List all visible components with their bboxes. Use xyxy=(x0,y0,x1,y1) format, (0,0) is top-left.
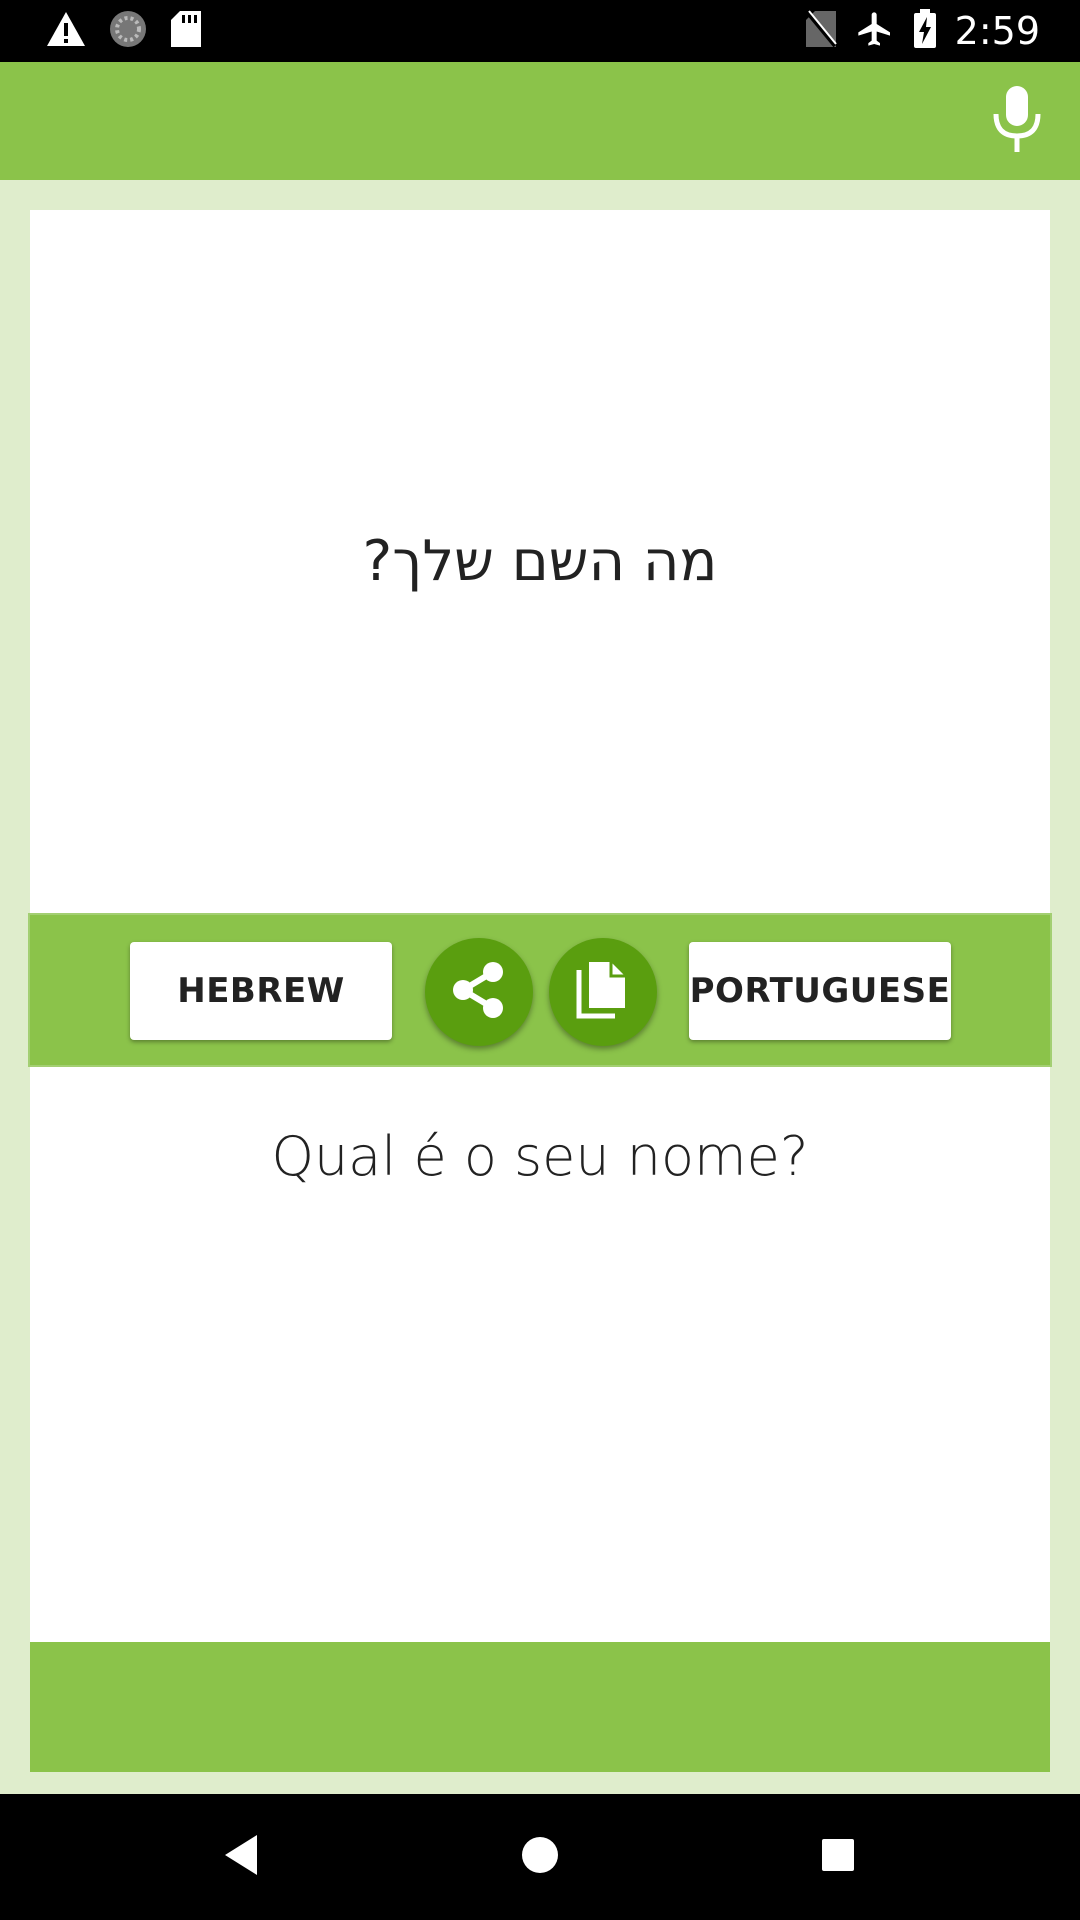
source-text-panel[interactable]: מה השם שלך? xyxy=(30,210,1050,913)
app-bar xyxy=(0,62,1080,180)
sd-card-icon xyxy=(170,10,202,53)
target-language-button[interactable]: PORTUGUESE xyxy=(689,942,951,1040)
share-button[interactable] xyxy=(425,938,533,1046)
recents-button[interactable] xyxy=(803,1822,873,1892)
microphone-button[interactable] xyxy=(980,84,1054,158)
airplane-mode-icon xyxy=(855,9,895,54)
status-right-icons: 2:59 xyxy=(805,8,1040,54)
source-text: מה השם שלך? xyxy=(362,529,718,594)
warning-icon xyxy=(46,11,86,52)
home-icon xyxy=(520,1835,560,1880)
back-icon xyxy=(221,1833,261,1882)
recents-icon xyxy=(820,1837,856,1878)
status-bar: 2:59 xyxy=(0,0,1080,62)
share-icon xyxy=(447,958,511,1027)
sync-icon xyxy=(108,9,148,54)
navigation-bar xyxy=(0,1794,1080,1920)
status-time: 2:59 xyxy=(954,9,1040,53)
target-text: Qual é o seu nome? xyxy=(271,1125,809,1188)
ad-banner[interactable] xyxy=(30,1642,1050,1772)
source-language-button[interactable]: HEBREW xyxy=(130,942,392,1040)
microphone-icon xyxy=(992,85,1042,157)
language-control-bar: HEBREW PORTUGUESE xyxy=(28,913,1052,1067)
home-button[interactable] xyxy=(505,1822,575,1892)
status-left-icons xyxy=(46,10,202,52)
copy-button[interactable] xyxy=(549,938,657,1046)
no-sim-icon xyxy=(805,9,837,53)
battery-charging-icon xyxy=(913,8,937,54)
target-text-panel[interactable]: Qual é o seu nome? xyxy=(30,1067,1050,1642)
copy-icon xyxy=(575,960,631,1025)
back-button[interactable] xyxy=(206,1822,276,1892)
